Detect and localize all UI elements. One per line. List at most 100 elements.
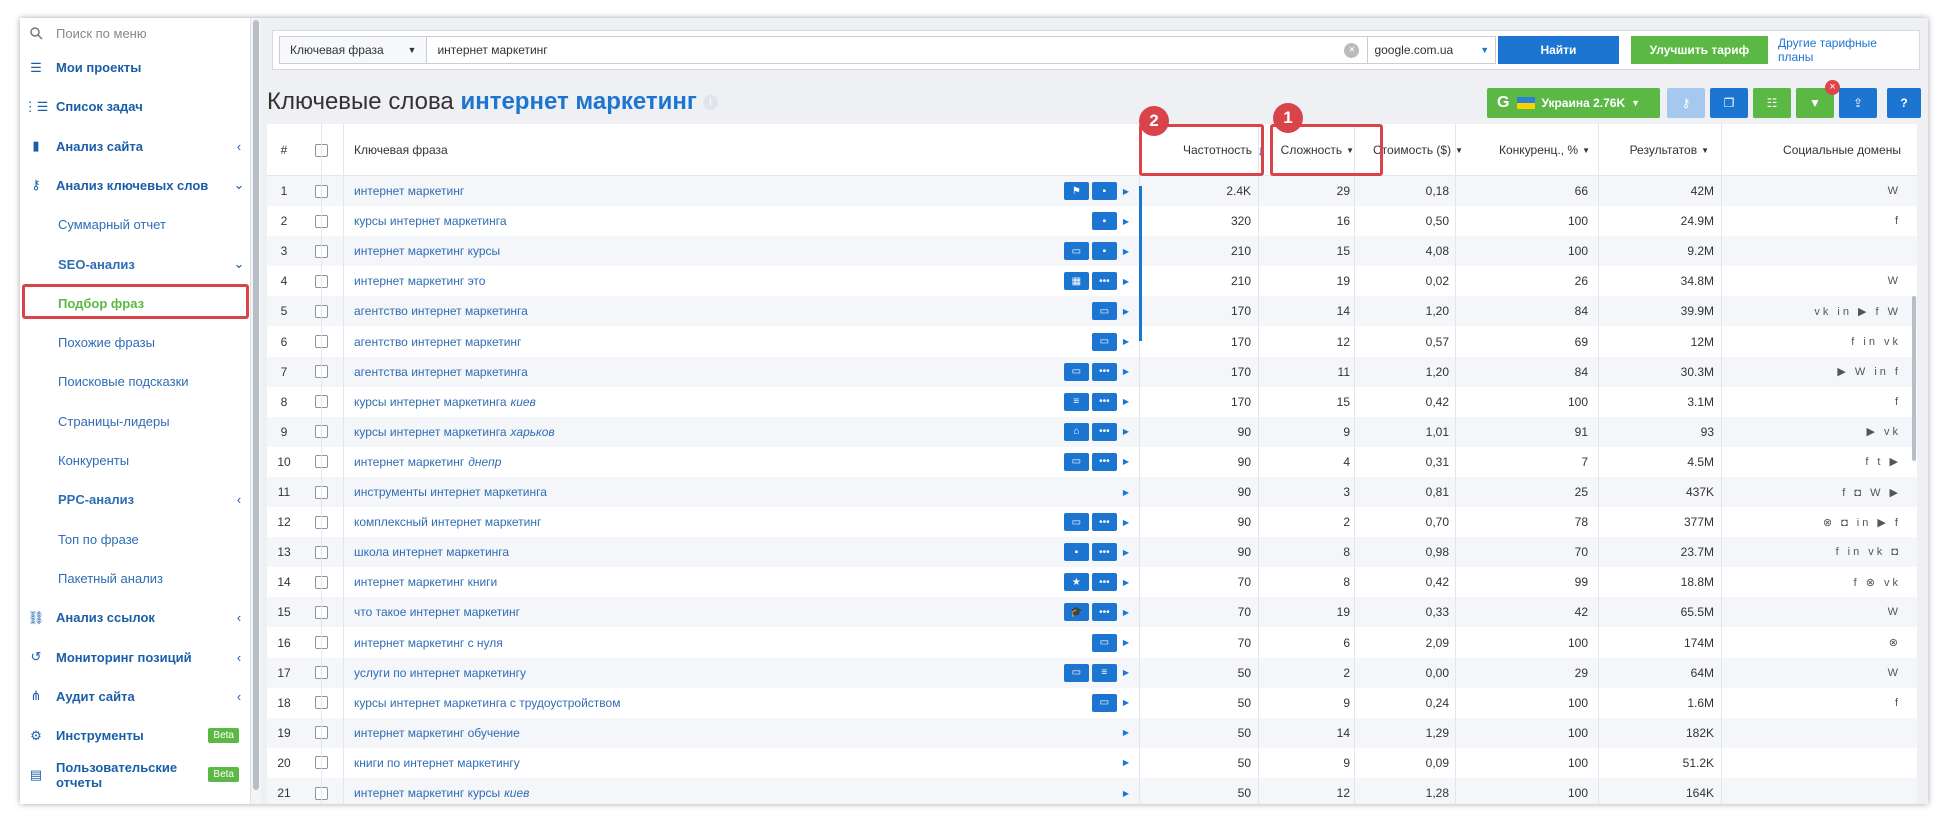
expand-arrow-icon[interactable]: ▶ <box>1123 457 1129 466</box>
table-row[interactable]: 7 агентства интернет маркетинга ▭ ••• ▶ 170 11… <box>267 356 1917 387</box>
table-row[interactable]: 2 курсы интернет маркетинга ▪ ▶ 320 16 0,50 100… <box>267 206 1917 236</box>
table-row[interactable]: 19 интернет маркетинг обучение ▶ 50 14 1,29 10… <box>267 717 1917 748</box>
row-select[interactable] <box>315 688 335 718</box>
row-select[interactable] <box>315 236 335 266</box>
table-row[interactable]: 3 интернет маркетинг курсы ▭ ▪ ▶ 210 15 4,08 100… <box>267 236 1917 267</box>
keyword-link[interactable]: интернет маркетинг днепр <box>354 447 501 477</box>
more-icon[interactable]: ••• <box>1091 362 1117 381</box>
header-phrase[interactable]: Ключевая фраза <box>354 124 448 176</box>
row-select[interactable] <box>315 567 335 597</box>
star-icon[interactable]: ★ <box>1063 573 1089 592</box>
expand-arrow-icon[interactable]: ▶ <box>1123 758 1129 767</box>
row-select[interactable] <box>315 387 335 417</box>
clear-icon[interactable]: × <box>1344 43 1360 58</box>
sidebar-item[interactable]: ↺ Мониторинг позиций ‹ <box>20 638 251 677</box>
sidebar-scrollbar[interactable] <box>251 18 261 804</box>
comment-icon[interactable]: ▭ <box>1063 452 1089 471</box>
table-row[interactable]: 9 курсы интернет маркетинга харьков ⌂ ••• ▶ 90… <box>267 416 1917 447</box>
search-mode-select[interactable]: Ключевая фраза ▼ <box>279 36 428 64</box>
header-cost[interactable]: Стоимость ($) ▼ <box>1369 124 1463 176</box>
chevron-down-icon[interactable]: ⌄ <box>227 256 251 272</box>
more-icon[interactable]: ••• <box>1091 272 1117 291</box>
row-select[interactable] <box>315 477 335 507</box>
expand-arrow-icon[interactable]: ▶ <box>1123 337 1129 346</box>
row-select[interactable] <box>315 537 335 567</box>
keyword-link[interactable]: курсы интернет маркетинга киев <box>354 387 536 417</box>
knowledge-icon[interactable]: ▦ <box>1063 272 1089 291</box>
export-button[interactable]: ⇪ <box>1839 88 1877 118</box>
chevron-left-icon[interactable]: ‹ <box>227 492 251 507</box>
expand-arrow-icon[interactable]: ▶ <box>1123 548 1129 557</box>
list-icon[interactable]: ≡ <box>1063 392 1089 411</box>
menu-search-input[interactable]: Поиск по меню <box>56 26 251 41</box>
expand-arrow-icon[interactable]: ▶ <box>1123 608 1129 617</box>
row-select[interactable] <box>315 206 335 236</box>
flag-icon[interactable]: ⚑ <box>1063 182 1089 200</box>
sidebar-item[interactable]: Суммарный отчет <box>20 205 251 244</box>
sidebar-item[interactable]: ⋮☰ Список задач <box>20 87 251 126</box>
table-row[interactable]: 11 инструменты интернет маркетинга ▶ 90 3 0,8… <box>267 477 1917 507</box>
sidebar-item[interactable]: ▤ Пользовательские отчеты Beta <box>20 755 251 794</box>
expand-arrow-icon[interactable]: ▶ <box>1123 638 1129 647</box>
sidebar-item[interactable]: ⚙ Инструменты Beta <box>20 716 251 755</box>
keyword-link[interactable]: интернет маркетинг курсы киев <box>354 778 529 804</box>
sidebar-item[interactable]: ⋔ Аудит сайта ‹ <box>20 677 251 716</box>
sidebar-item[interactable]: PPC-анализ ‹ <box>20 480 251 519</box>
keyword-link[interactable]: книги по интернет маркетингу <box>354 748 520 778</box>
sidebar-item[interactable]: Похожие фразы <box>20 323 251 362</box>
columns-button[interactable]: ☷ <box>1753 88 1791 118</box>
expand-arrow-icon[interactable]: ▶ <box>1123 789 1129 798</box>
table-row[interactable]: 5 агентство интернет маркетинга ▭ ▶ 170 14 1,2… <box>267 296 1917 327</box>
keyword-link[interactable]: интернет маркетинг <box>354 176 464 206</box>
comment-icon[interactable]: ▭ <box>1063 362 1089 381</box>
table-row[interactable]: 17 услуги по интернет маркетингу ▭ ≡ ▶ 50 2 0,0… <box>267 657 1917 688</box>
sidebar-scroll-thumb[interactable] <box>253 20 259 790</box>
graduation-icon[interactable]: 🎓 <box>1063 603 1089 622</box>
row-select[interactable] <box>315 718 335 748</box>
keyword-link[interactable]: курсы интернет маркетинга харьков <box>354 417 555 447</box>
more-icon[interactable]: ••• <box>1091 452 1117 471</box>
chevron-left-icon[interactable]: ‹ <box>227 689 251 704</box>
table-row[interactable]: 8 курсы интернет маркетинга киев ≡ ••• ▶ 170 15… <box>267 387 1917 417</box>
keyword-link[interactable]: интернет маркетинг книги <box>354 567 497 597</box>
expand-arrow-icon[interactable]: ▶ <box>1123 728 1129 737</box>
image-icon[interactable]: ▪ <box>1063 543 1089 562</box>
row-select[interactable] <box>315 507 335 537</box>
expand-arrow-icon[interactable]: ▶ <box>1123 427 1129 436</box>
copy-button[interactable]: ❐ <box>1710 88 1748 118</box>
image-icon[interactable]: ▪ <box>1091 242 1117 261</box>
row-select[interactable] <box>315 327 335 357</box>
sidebar-item[interactable]: ☰ Мои проекты <box>20 48 251 87</box>
comment-icon[interactable]: ▭ <box>1063 242 1089 261</box>
more-icon[interactable]: ••• <box>1091 513 1117 532</box>
keyword-tool-button[interactable]: ⚷ <box>1667 88 1705 118</box>
row-select[interactable] <box>315 296 335 326</box>
table-row[interactable]: 1 интернет маркетинг ⚑ ▪ ▶ 2.4K 29 0,18 66 42M W <box>267 176 1917 206</box>
expand-arrow-icon[interactable]: ▶ <box>1123 578 1129 587</box>
sidebar-item[interactable]: ▮ Анализ сайта ‹ <box>20 127 251 166</box>
row-select[interactable] <box>315 266 335 296</box>
expand-arrow-icon[interactable]: ▶ <box>1123 698 1129 707</box>
sidebar-item[interactable]: Топ по фразе <box>20 520 251 559</box>
table-row[interactable]: 13 школа интернет маркетинга ▪ ••• ▶ 90 8 0,98 7… <box>267 537 1917 568</box>
expand-arrow-icon[interactable]: ▶ <box>1123 217 1129 226</box>
keyword-link[interactable]: инструменты интернет маркетинга <box>354 477 547 507</box>
more-icon[interactable]: ••• <box>1091 573 1117 592</box>
search-input[interactable]: интернет маркетинг × <box>427 36 1369 64</box>
row-select[interactable] <box>315 658 335 688</box>
sidebar-item[interactable]: SEO-анализ ⌄ <box>20 245 251 284</box>
other-plans-link[interactable]: Другие тарифные планы <box>1778 36 1913 64</box>
text-icon[interactable]: ≡ <box>1091 663 1117 682</box>
map-icon[interactable]: ⌂ <box>1063 422 1089 441</box>
table-row[interactable]: 6 агентство интернет маркетинг ▭ ▶ 170 12 0,57… <box>267 327 1917 357</box>
table-row[interactable]: 20 книги по интернет маркетингу ▶ 50 9 0,09 10… <box>267 748 1917 778</box>
keyword-link[interactable]: агентства интернет маркетинга <box>354 357 528 387</box>
more-icon[interactable]: ••• <box>1091 392 1117 411</box>
table-row[interactable]: 12 комплексный интернет маркетинг ▭ ••• ▶ 90 2… <box>267 507 1917 537</box>
row-select[interactable] <box>315 176 335 206</box>
keyword-link[interactable]: курсы интернет маркетинга <box>354 206 507 236</box>
expand-arrow-icon[interactable]: ▶ <box>1123 518 1129 527</box>
table-row[interactable]: 10 интернет маркетинг днепр ▭ ••• ▶ 90 4 0,31 7 4.… <box>267 447 1917 477</box>
menu-search[interactable]: Поиск по меню <box>20 18 251 48</box>
upgrade-button[interactable]: Улучшить тариф <box>1630 36 1768 64</box>
